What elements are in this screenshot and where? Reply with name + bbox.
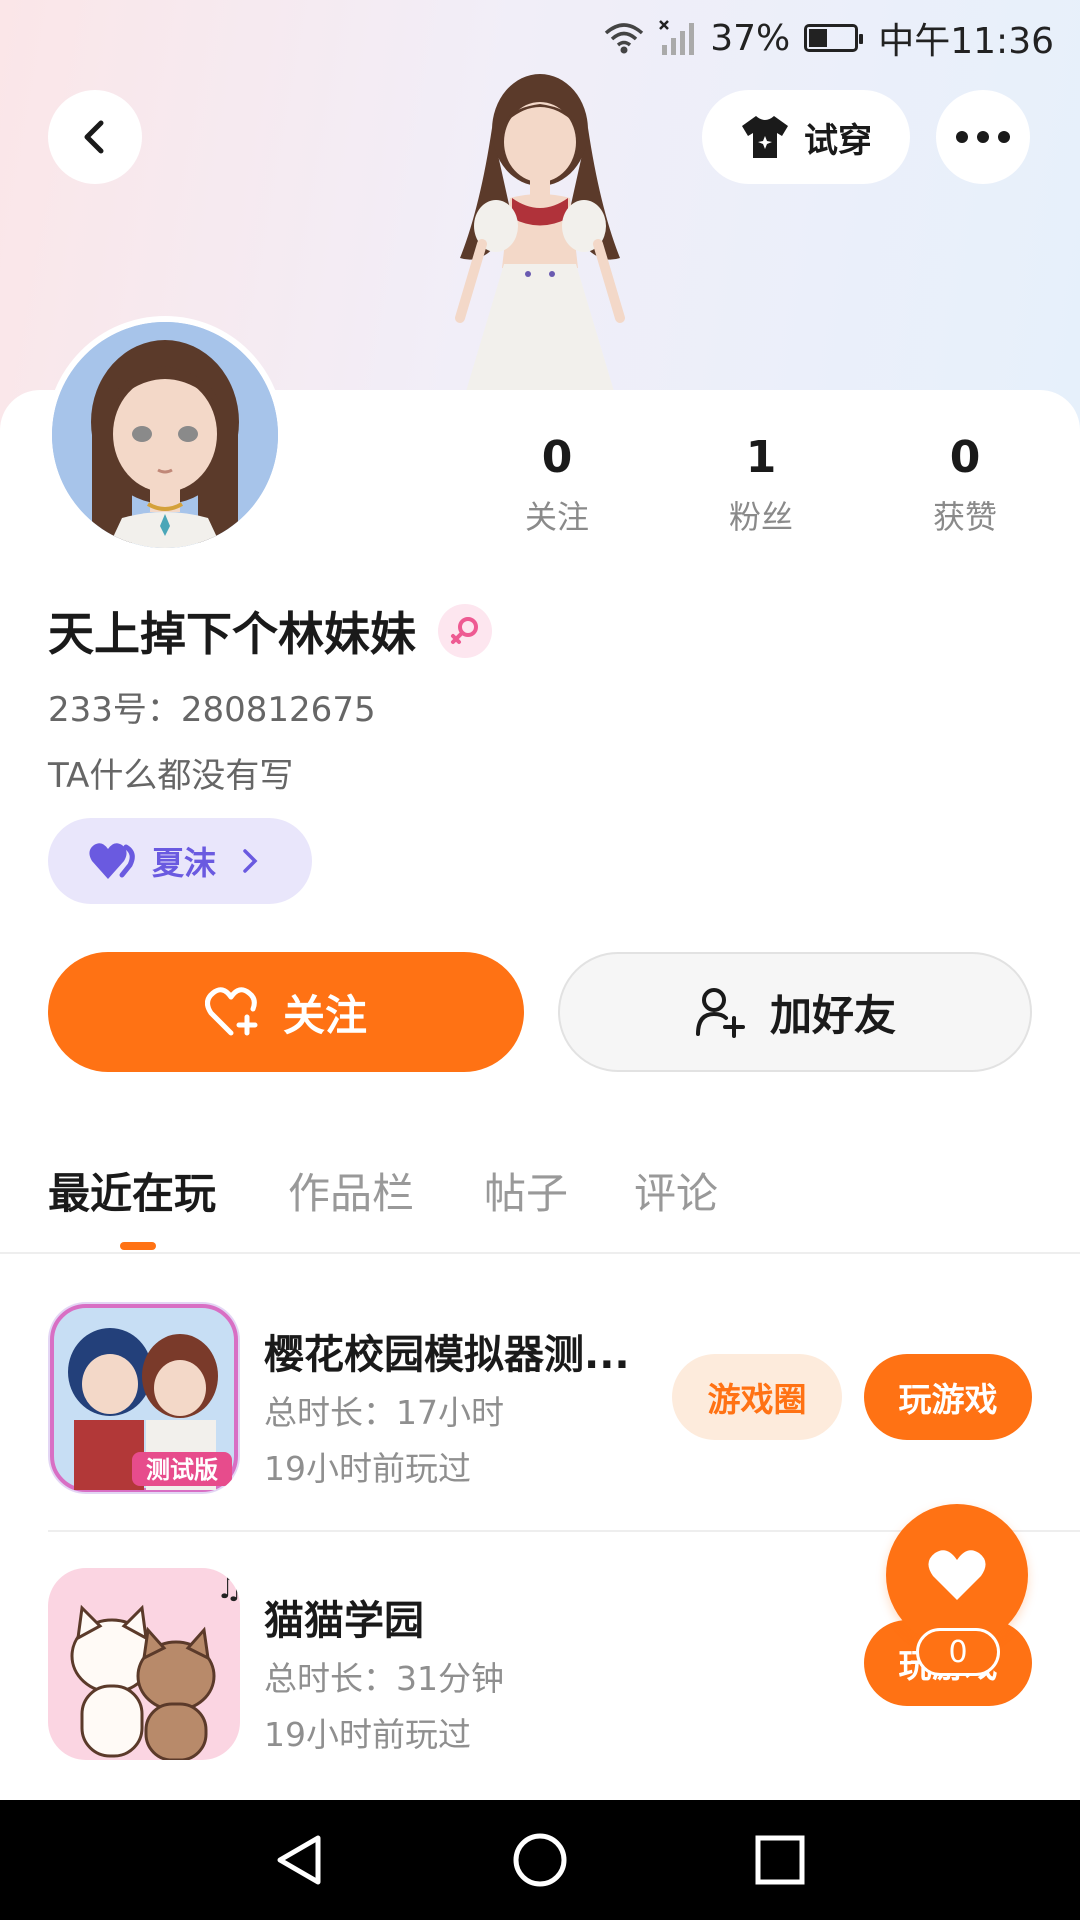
companion-tag-label: 夏沫	[152, 844, 217, 882]
signal-icon	[658, 19, 698, 57]
stat-likes[interactable]: 0 获赞	[885, 430, 1045, 538]
shirt-icon	[742, 116, 788, 158]
game-icon-badge: 测试版	[146, 1456, 218, 1484]
stat-followers-count: 1	[745, 432, 777, 483]
try-on-label: 试穿	[804, 120, 872, 161]
tab-posts[interactable]: 帖子	[484, 1160, 568, 1221]
stat-likes-label: 获赞	[932, 498, 997, 536]
like-count-badge: 0	[916, 1628, 1000, 1676]
heart-icon	[928, 1550, 986, 1600]
game-duration: 总时长：31分钟	[264, 1659, 504, 1698]
game-name: 猫猫学园	[264, 1598, 424, 1644]
character-figure	[455, 74, 625, 398]
user-bio: TA什么都没有写	[48, 756, 294, 796]
chevron-right-icon	[243, 849, 258, 873]
game-icon: ♫	[48, 1568, 240, 1760]
follow-button[interactable]: 关注	[48, 952, 524, 1072]
stat-following-count: 0	[541, 432, 573, 483]
system-navigation-bar	[0, 1800, 1080, 1920]
floating-like-button[interactable]	[886, 1504, 1028, 1646]
stat-following[interactable]: 0 关注	[477, 430, 637, 538]
wifi-icon	[602, 21, 646, 55]
heart-icon	[89, 843, 135, 879]
nickname-row: 天上掉下个林妹妹	[48, 598, 492, 664]
back-icon	[84, 120, 104, 154]
back-button[interactable]	[48, 90, 142, 184]
companion-tag[interactable]: 夏沫	[48, 818, 312, 904]
tab-comments[interactable]: 评论	[634, 1160, 718, 1221]
user-plus-icon	[695, 988, 745, 1038]
active-tab-indicator	[120, 1242, 156, 1250]
nav-back-icon[interactable]	[270, 1830, 330, 1890]
tab-recently-played[interactable]: 最近在玩	[48, 1160, 216, 1221]
profile-stats: 0 关注 1 粉丝 0 获赞	[0, 430, 1080, 550]
follow-label: 关注	[282, 990, 367, 1040]
stat-likes-count: 0	[949, 432, 981, 483]
game-icon: 测试版	[48, 1302, 240, 1494]
try-on-button[interactable]: 试穿	[702, 90, 910, 184]
game-last-played: 19小时前玩过	[264, 1449, 471, 1488]
game-name: 樱花校园模拟器测...	[264, 1332, 630, 1378]
profile-tabs: 最近在玩 作品栏 帖子 评论	[0, 1150, 1080, 1254]
svg-text:♫: ♫	[216, 1571, 240, 1606]
nickname: 天上掉下个林妹妹	[48, 607, 416, 661]
game-duration: 总时长：17小时	[264, 1393, 504, 1432]
add-friend-label: 加好友	[769, 990, 896, 1040]
game-last-played: 19小时前玩过	[264, 1715, 471, 1754]
game-circle-button[interactable]: 游戏圈	[672, 1354, 842, 1440]
stat-followers[interactable]: 1 粉丝	[681, 430, 841, 538]
battery-percent: 37%	[710, 17, 791, 59]
female-icon	[438, 604, 492, 658]
nav-recent-icon[interactable]	[750, 1830, 810, 1890]
status-bar: 37% 中午11:36	[0, 0, 1080, 76]
battery-icon	[804, 24, 864, 52]
more-button[interactable]	[936, 90, 1030, 184]
user-id: 233号：280812675	[48, 690, 376, 730]
more-icon	[956, 131, 1010, 143]
clock: 中午11:36	[878, 21, 1054, 62]
play-game-button[interactable]: 玩游戏	[864, 1354, 1032, 1440]
list-item[interactable]: 测试版 樱花校园模拟器测... 总时长：17小时 19小时前玩过 游戏圈 玩游戏	[48, 1302, 1080, 1498]
heart-plus-icon	[204, 987, 258, 1036]
tab-works[interactable]: 作品栏	[288, 1160, 414, 1221]
add-friend-button[interactable]: 加好友	[558, 952, 1032, 1072]
stat-following-label: 关注	[524, 498, 589, 536]
nav-home-icon[interactable]	[510, 1830, 570, 1890]
stat-followers-label: 粉丝	[728, 498, 793, 536]
